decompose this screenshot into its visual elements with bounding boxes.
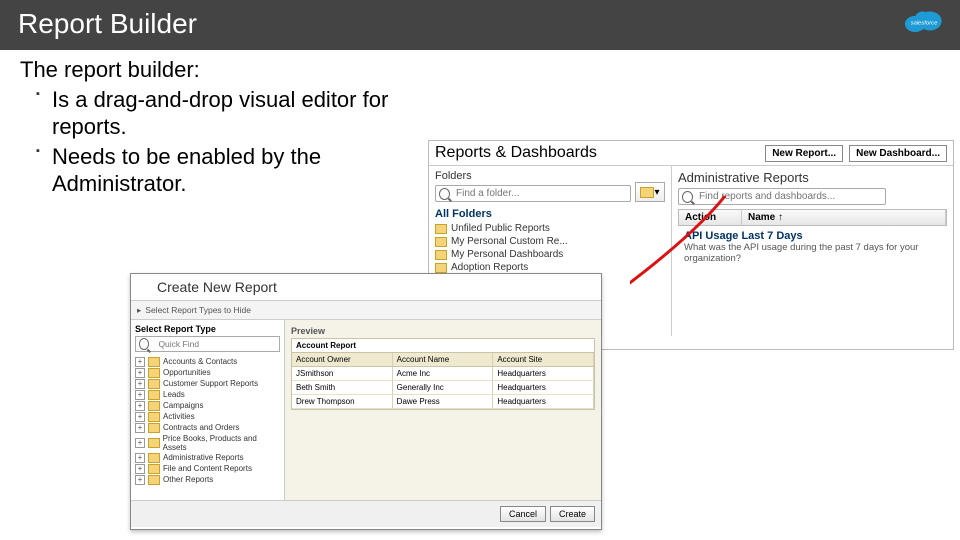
folder-icon	[148, 379, 160, 389]
tree-item[interactable]: +Accounts & Contacts	[135, 356, 280, 367]
create-new-report-window: Create New Report ▸ Select Report Types …	[130, 273, 602, 530]
tree-item[interactable]: +Other Reports	[135, 474, 280, 485]
find-folder-input[interactable]	[454, 187, 627, 200]
expand-icon[interactable]: +	[135, 438, 145, 448]
slide-title-bar: Report Builder salesforce	[0, 0, 960, 50]
expand-icon[interactable]: +	[135, 412, 145, 422]
find-reports-input[interactable]	[697, 190, 882, 203]
slide-title: Report Builder	[18, 8, 197, 39]
report-row[interactable]: API Usage Last 7 Days What was the API u…	[678, 226, 947, 268]
preview-table: Account Report Account Owner Account Nam…	[291, 338, 595, 410]
folder-icon	[435, 224, 447, 234]
expand-icon[interactable]: +	[135, 401, 145, 411]
tree-item[interactable]: +File and Content Reports	[135, 463, 280, 474]
expand-icon[interactable]: +	[135, 368, 145, 378]
preview-col: Account Site	[493, 353, 594, 366]
expand-icon[interactable]: +	[135, 390, 145, 400]
bullet-1: Is a drag-and-drop visual editor for rep…	[38, 86, 420, 141]
slide-body: The report builder: Is a drag-and-drop v…	[0, 50, 440, 198]
quick-find-input[interactable]	[156, 338, 276, 350]
folder-icon	[148, 423, 160, 433]
report-type-tree: +Accounts & Contacts +Opportunities +Cus…	[135, 356, 280, 485]
create-report-subtitle[interactable]: Select Report Types to Hide	[145, 305, 251, 315]
tree-item[interactable]: +Price Books, Products and Assets	[135, 433, 280, 452]
cancel-button[interactable]: Cancel	[500, 506, 546, 522]
all-folders-header[interactable]: All Folders	[435, 208, 665, 220]
search-icon	[139, 338, 149, 350]
expand-icon[interactable]: +	[135, 379, 145, 389]
report-swirl-icon	[137, 280, 151, 294]
reports-table-header: Action Name ↑	[678, 209, 947, 226]
svg-text:salesforce: salesforce	[911, 21, 938, 27]
tree-item[interactable]: +Administrative Reports	[135, 452, 280, 463]
new-dashboard-button[interactable]: New Dashboard...	[849, 145, 947, 162]
folder-icon	[148, 368, 160, 378]
folder-icon	[435, 237, 447, 247]
search-icon	[682, 191, 693, 203]
expand-icon[interactable]: +	[135, 453, 145, 463]
preview-col: Account Name	[393, 353, 494, 366]
folder-item[interactable]: My Personal Dashboards	[435, 248, 665, 261]
folder-icon	[148, 390, 160, 400]
folder-icon	[148, 475, 160, 485]
preview-row: JSmithsonAcme IncHeadquarters	[292, 367, 594, 381]
report-desc: What was the API usage during the past 7…	[684, 242, 941, 264]
salesforce-logo-icon: salesforce	[902, 6, 946, 36]
intro-text: The report builder:	[20, 56, 420, 84]
find-folder-search[interactable]	[435, 185, 631, 202]
expand-icon[interactable]: +	[135, 357, 145, 367]
reports-dashboards-heading: Reports & Dashboards	[435, 144, 597, 162]
tree-item[interactable]: +Customer Support Reports	[135, 378, 280, 389]
preview-table-title: Account Report	[292, 339, 594, 353]
folder-icon	[640, 187, 654, 198]
folder-icon	[148, 357, 160, 367]
folder-icon	[435, 263, 447, 273]
bullet-2: Needs to be enabled by the Administrator…	[38, 143, 420, 198]
search-icon	[439, 188, 450, 200]
folder-item[interactable]: My Personal Custom Re...	[435, 235, 665, 248]
folder-icon	[148, 412, 160, 422]
admin-reports-label: Administrative Reports	[678, 170, 947, 185]
folder-icon	[148, 401, 160, 411]
folder-icon	[148, 438, 160, 448]
folder-icon	[435, 250, 447, 260]
preview-label: Preview	[291, 326, 595, 336]
report-name: API Usage Last 7 Days	[684, 230, 941, 242]
expand-icon[interactable]: +	[135, 475, 145, 485]
folder-icon	[148, 464, 160, 474]
expand-icon[interactable]: +	[135, 464, 145, 474]
preview-row: Beth SmithGenerally IncHeadquarters	[292, 381, 594, 395]
folders-label: Folders	[435, 170, 665, 182]
quick-find-search[interactable]	[135, 336, 280, 352]
new-report-button[interactable]: New Report...	[765, 145, 843, 162]
create-button[interactable]: Create	[550, 506, 595, 522]
tree-item[interactable]: +Activities	[135, 411, 280, 422]
tree-item[interactable]: +Campaigns	[135, 400, 280, 411]
tree-item[interactable]: +Leads	[135, 389, 280, 400]
preview-col: Account Owner	[292, 353, 393, 366]
tree-item[interactable]: +Contracts and Orders	[135, 422, 280, 433]
create-report-title: Create New Report	[157, 279, 277, 295]
folder-icon	[148, 453, 160, 463]
tree-item[interactable]: +Opportunities	[135, 367, 280, 378]
folder-item[interactable]: Unfiled Public Reports	[435, 222, 665, 235]
folder-list: Unfiled Public Reports My Personal Custo…	[435, 222, 665, 274]
new-folder-button[interactable]: ▾	[635, 182, 665, 202]
col-action[interactable]: Action	[679, 210, 742, 225]
expand-icon[interactable]: +	[135, 423, 145, 433]
preview-row: Drew ThompsonDawe PressHeadquarters	[292, 395, 594, 409]
find-reports-search[interactable]	[678, 188, 886, 205]
col-name[interactable]: Name ↑	[742, 210, 946, 225]
select-report-type-header: Select Report Type	[135, 324, 280, 334]
